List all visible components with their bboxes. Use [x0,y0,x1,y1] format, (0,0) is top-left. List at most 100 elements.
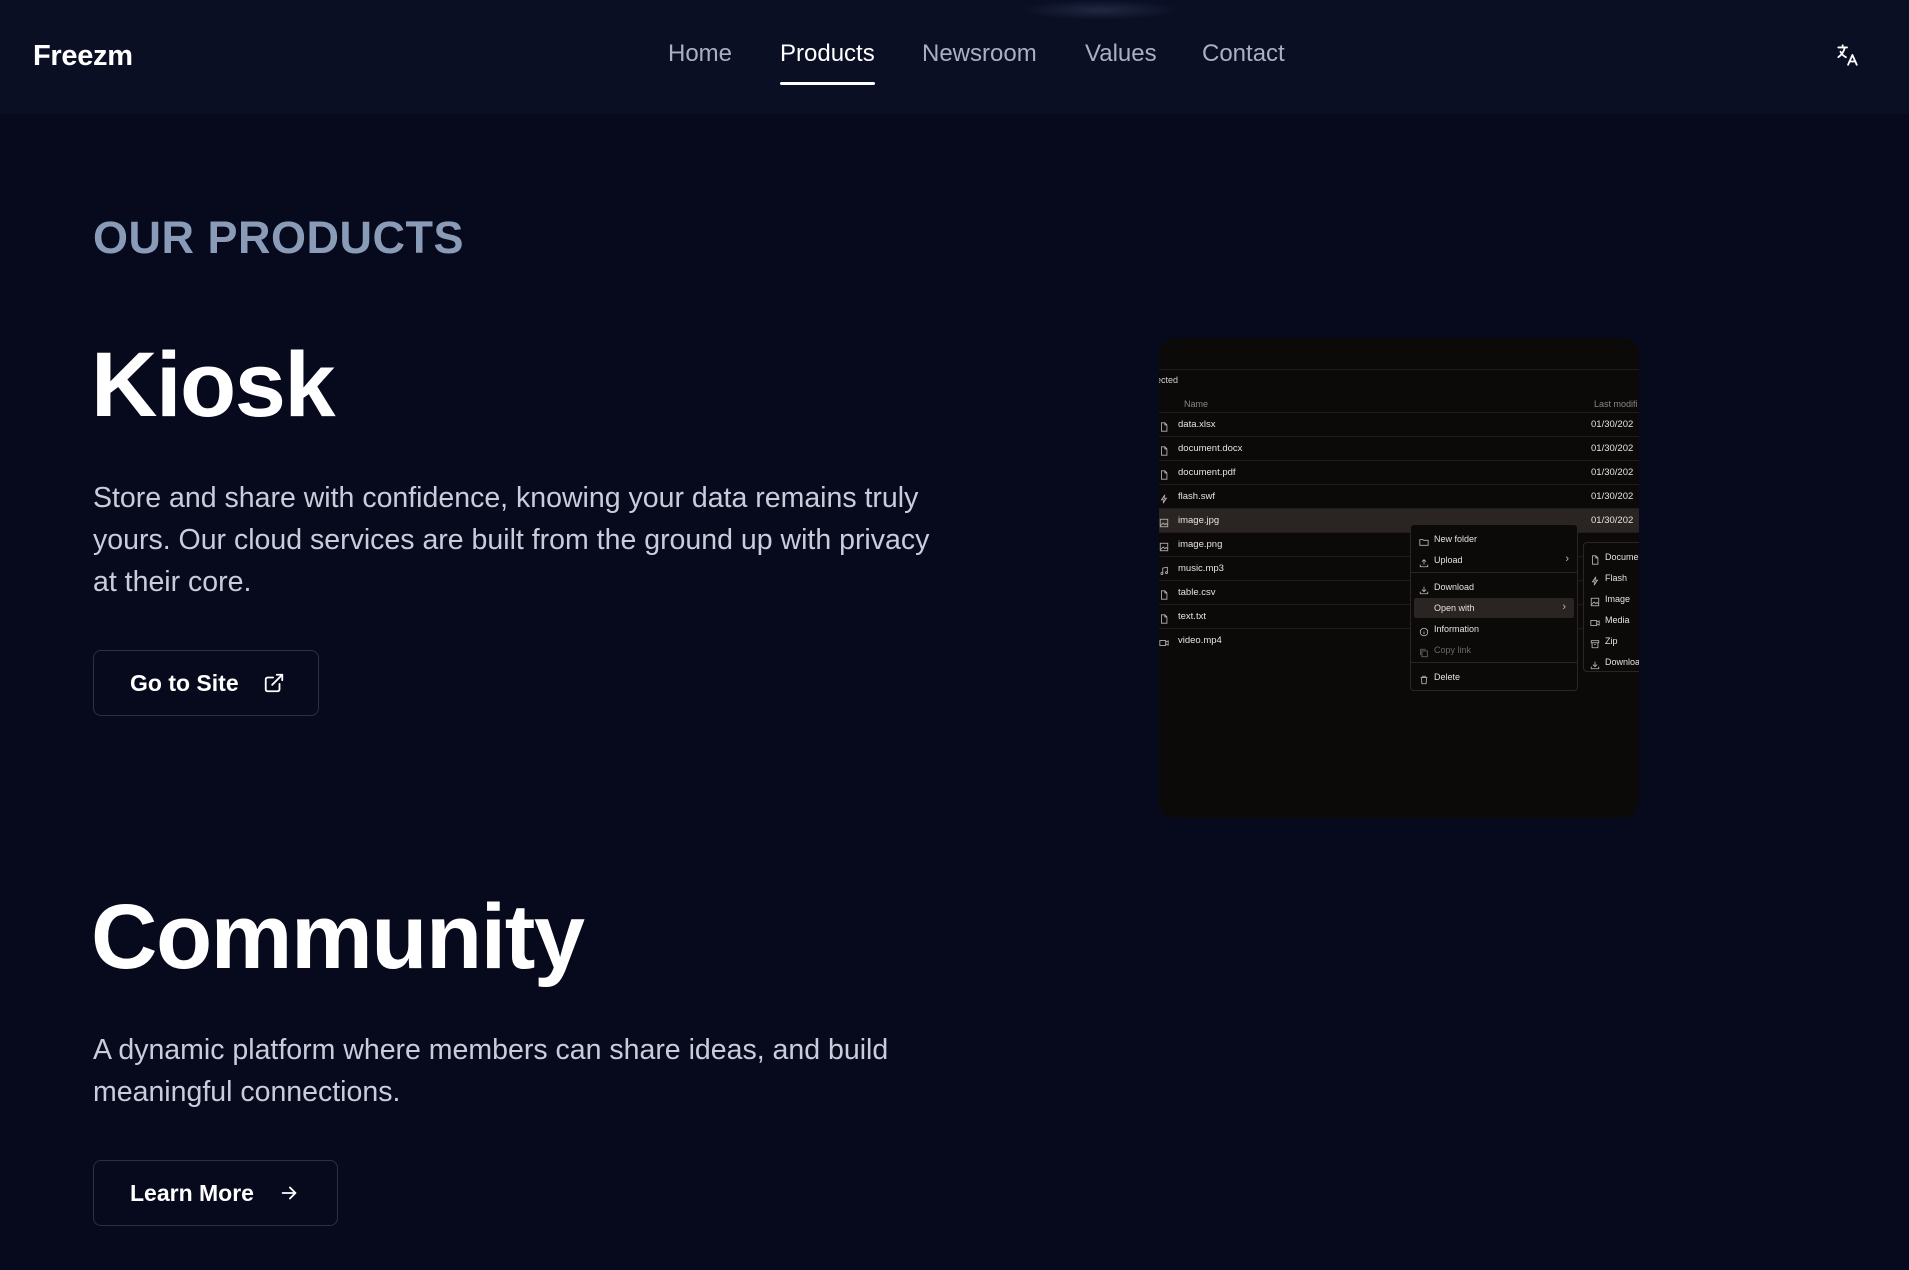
nav-contact[interactable]: Contact [1202,40,1285,68]
preview-file-row: document.pdf 01/30/202 [1159,460,1639,484]
kiosk-preview-image: ected Name Last modifi data.xlsx 01/30/20… [1159,338,1639,818]
image-icon [1159,515,1170,528]
preview-context-item: Open with › [1414,598,1574,618]
arrow-right-icon [278,1182,300,1204]
preview-submenu-label: Media [1605,615,1630,625]
translate-icon[interactable] [1834,42,1860,68]
file-icon [1159,611,1170,624]
nav-home[interactable]: Home [668,40,732,68]
preview-file-row: data.xlsx 01/30/202 [1159,412,1639,436]
preview-context-label: Copy link [1434,645,1472,655]
nav-links: Home Products Newsroom Values Contact [0,40,1909,80]
preview-file-name: document.docx [1178,443,1243,454]
preview-file-name: image.png [1178,539,1223,550]
preview-context-label: Download [1434,582,1475,592]
copy-icon [1419,645,1429,658]
preview-file-name: music.mp3 [1178,563,1224,574]
preview-submenu-label: Zip [1605,636,1618,646]
preview-submenu-label: Downloa [1605,657,1639,667]
chevron-right-icon: › [1565,553,1569,565]
preview-context-item: Copy link [1411,640,1577,660]
video-icon [1159,635,1170,647]
top-navbar: Freezm Home Products Newsroom Values Con… [0,0,1909,114]
preview-file-name: text.txt [1178,611,1206,622]
file-icon [1590,552,1600,565]
preview-submenu-item: Image [1584,589,1639,609]
nav-glow [1020,0,1180,20]
preview-selected-text: ected [1159,375,1179,385]
upload-icon [1419,555,1429,568]
preview-submenu-item: Documen [1584,547,1639,567]
preview-file-row: flash.swf 01/30/202 [1159,484,1639,508]
preview-context-separator [1411,572,1577,573]
preview-context-item: New folder [1411,529,1577,549]
preview-context-item: Upload › [1411,550,1577,570]
preview-file-name: table.csv [1178,587,1216,598]
chevron-right-icon: › [1562,601,1566,613]
product-title-community: Community [91,886,585,988]
preview-context-menu: New folder Upload › Download Open with › Infor… [1410,524,1578,691]
flash-icon [1590,573,1600,586]
video-icon [1590,615,1600,626]
preview-context-label: Information [1434,624,1480,634]
nav-values[interactable]: Values [1085,40,1157,68]
product-description-community: A dynamic platform where members can sha… [93,1034,889,1108]
preview-context-label: Upload [1434,555,1463,565]
music-icon [1159,563,1170,575]
trash-icon [1419,672,1429,685]
learn-more-label: Learn More [130,1179,254,1206]
file-icon [1159,443,1170,456]
preview-file-date: 01/30/202 [1591,467,1634,478]
preview-file-name: flash.swf [1178,491,1215,502]
preview-column-modified: Last modifi [1594,399,1638,409]
preview-context-label: Delete [1434,672,1461,682]
nav-newsroom[interactable]: Newsroom [922,40,1037,68]
preview-file-date: 01/30/202 [1591,419,1634,430]
preview-file-date: 01/30/202 [1591,443,1634,454]
archive-icon [1590,636,1600,649]
preview-submenu-item: Downloa [1584,652,1639,672]
image-icon [1590,594,1600,607]
download-icon [1419,582,1429,595]
flash-icon [1159,491,1170,504]
preview-file-date: 01/30/202 [1591,515,1634,526]
preview-submenu-label: Image [1605,594,1631,604]
file-icon [1159,419,1170,432]
preview-context-separator [1411,662,1577,663]
nav-products[interactable]: Products [780,40,875,68]
learn-more-button[interactable]: Learn More [93,1160,338,1226]
preview-file-name: image.jpg [1178,515,1220,526]
preview-submenu-label: Flash [1605,573,1628,583]
preview-file-name: video.mp4 [1178,635,1222,646]
preview-file-name: document.pdf [1178,467,1236,478]
download-icon [1590,657,1600,670]
page: Freezm Home Products Newsroom Values Con… [0,0,1909,1270]
info-icon [1419,624,1429,637]
preview-file-date: 01/30/202 [1591,491,1634,502]
preview-context-item: Download [1411,577,1577,597]
folder-icon [1419,534,1429,546]
go-to-site-button[interactable]: Go to Site [93,650,319,716]
preview-column-name: Name [1184,399,1209,409]
preview-submenu-item: Zip [1584,631,1639,651]
product-title-kiosk: Kiosk [91,334,336,436]
preview-submenu-item: Flash [1584,568,1639,588]
preview-context-item: Delete [1411,667,1577,687]
preview-submenu-label: Documen [1605,552,1639,562]
external-link-icon [263,672,285,694]
file-icon [1159,467,1170,480]
preview-submenu: Documen Flash Image Media Zip Downloa [1583,542,1639,672]
preview-file-row: document.docx 01/30/202 [1159,436,1639,460]
product-description-kiosk: Store and share with confidence, knowing… [93,482,930,598]
preview-file-name: data.xlsx [1178,419,1216,430]
preview-divider [1159,369,1639,370]
preview-submenu-item: Media [1584,610,1639,630]
image-icon [1159,539,1170,552]
file-icon [1159,587,1170,600]
section-label: OUR PRODUCTS [93,212,465,263]
preview-context-label: Open with [1434,603,1475,613]
preview-context-item: Information [1411,619,1577,639]
go-to-site-label: Go to Site [130,669,239,696]
active-nav-indicator [780,82,875,85]
preview-context-label: New folder [1434,534,1478,544]
